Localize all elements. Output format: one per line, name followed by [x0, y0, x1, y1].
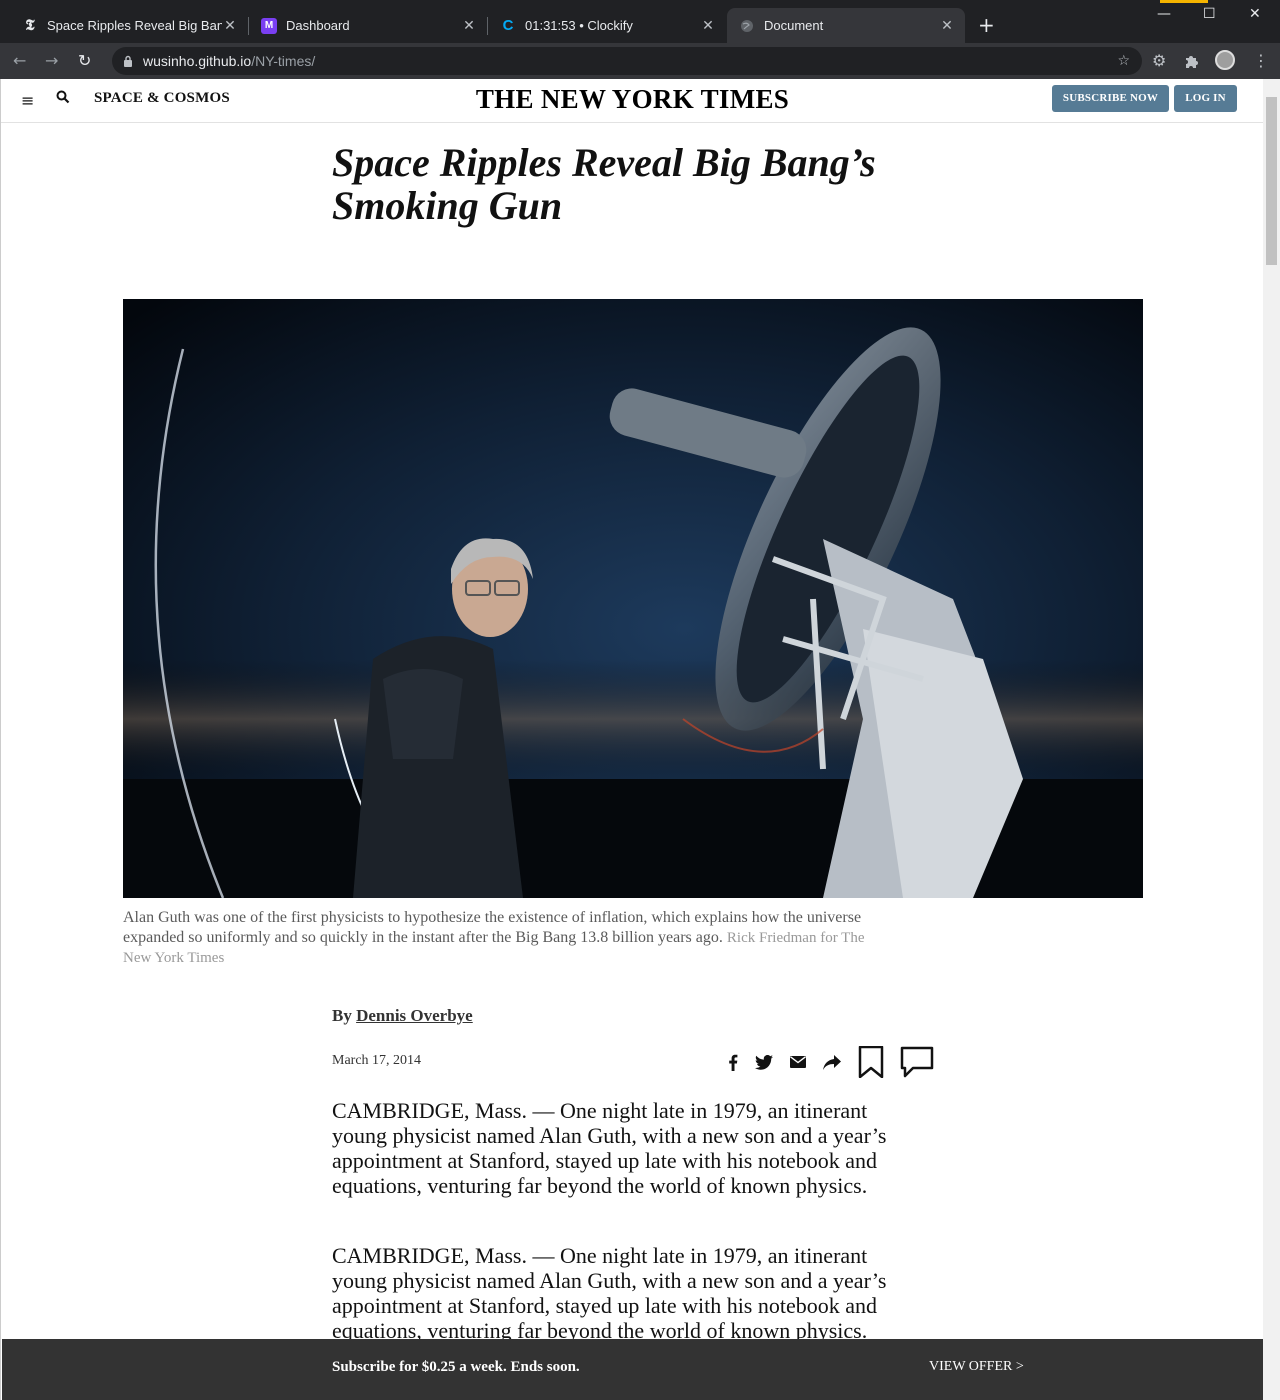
scrollbar-thumb[interactable] [1266, 97, 1277, 265]
tab-title: 01:31:53 • Clockify [525, 18, 633, 33]
reload-icon[interactable]: ↻ [78, 51, 91, 71]
vertical-scrollbar[interactable] [1263, 79, 1280, 1400]
new-tab-icon[interactable]: + [978, 15, 995, 35]
close-icon[interactable]: ✕ [939, 17, 955, 34]
tab-title: Dashboard [286, 18, 350, 33]
tab-clockify[interactable]: C 01:31:53 • Clockify ✕ [488, 8, 726, 43]
lock-icon [123, 47, 133, 77]
view-offer-link[interactable]: VIEW OFFER > [929, 1359, 1024, 1375]
forward-arrow-icon[interactable]: → [45, 51, 58, 71]
close-icon[interactable]: ✕ [461, 17, 477, 34]
login-button[interactable]: LOG IN [1174, 85, 1237, 112]
maximize-icon[interactable]: ☐ [1203, 6, 1216, 22]
minimize-icon[interactable]: — [1157, 6, 1171, 22]
bookmark-star-icon[interactable]: ☆ [1117, 47, 1130, 75]
url-host: wusinho.github.io [143, 53, 252, 69]
gear-icon[interactable]: ⚙ [1152, 51, 1166, 71]
subscribe-button[interactable]: SUBSCRIBE NOW [1052, 85, 1169, 112]
browser-toolbar: ← → ↻ wusinho.github.io/NY-times/ ☆ ⚙ ⋮ [0, 43, 1280, 79]
address-bar[interactable]: wusinho.github.io/NY-times/ ☆ [112, 47, 1142, 75]
twitter-icon[interactable] [753, 1045, 775, 1079]
hero-photo [123, 299, 1143, 898]
dashboard-logo-icon: M [261, 17, 277, 34]
window-accent-mark [1160, 0, 1208, 3]
back-arrow-icon[interactable]: ← [13, 51, 26, 71]
comment-icon[interactable] [898, 1045, 936, 1079]
puzzle-extensions-icon[interactable] [1184, 51, 1200, 74]
subscribe-banner: Subscribe for $0.25 a week. Ends soon. V… [2, 1339, 1263, 1400]
author-link[interactable]: Dennis Overbye [356, 1006, 473, 1025]
clockify-icon: C [502, 17, 514, 34]
facebook-icon[interactable] [724, 1045, 742, 1079]
profile-avatar[interactable] [1215, 50, 1235, 70]
globe-icon [739, 18, 755, 34]
photo-caption: Alan Guth was one of the first physicist… [123, 908, 893, 968]
share-arrow-icon[interactable] [821, 1045, 843, 1079]
bookmark-icon[interactable] [856, 1045, 886, 1079]
article-paragraph: CAMBRIDGE, Mass. — One night late in 197… [332, 1098, 887, 1198]
tab-article[interactable]: 𝕿 Space Ripples Reveal Big Bang's Smokin… [10, 8, 248, 43]
kebab-menu-icon[interactable]: ⋮ [1253, 51, 1269, 71]
page-viewport: ≡ SPACE & COSMOS THE NEW YORK TIMES SUBS… [0, 79, 1280, 1400]
close-icon[interactable]: ✕ [222, 17, 238, 34]
browser-tab-bar: 𝕿 Space Ripples Reveal Big Bang's Smokin… [0, 0, 1280, 43]
tab-document[interactable]: Document ✕ [727, 8, 965, 43]
headline-line-1: Space Ripples Reveal Big Bang’s [332, 140, 876, 185]
tab-dashboard[interactable]: M Dashboard ✕ [249, 8, 487, 43]
email-icon[interactable] [787, 1045, 809, 1079]
close-icon[interactable]: ✕ [700, 17, 716, 34]
subscribe-banner-message: Subscribe for $0.25 a week. Ends soon. [332, 1359, 580, 1375]
window-close-icon[interactable]: ✕ [1249, 6, 1261, 22]
byline-prefix: By [332, 1006, 352, 1025]
url-path: /NY-times/ [251, 53, 316, 69]
tab-title: Space Ripples Reveal Big Bang's Smoking … [47, 18, 222, 33]
article-headline: Space Ripples Reveal Big Bang’s Smoking … [332, 141, 892, 227]
site-header: ≡ SPACE & COSMOS THE NEW YORK TIMES SUBS… [1, 79, 1264, 123]
article-paragraph: CAMBRIDGE, Mass. — One night late in 197… [332, 1243, 887, 1343]
tab-title: Document [764, 18, 824, 33]
headline-line-2: Smoking Gun [332, 183, 563, 228]
byline: By Dennis Overbye [332, 1006, 473, 1026]
publish-date: March 17, 2014 [332, 1053, 422, 1068]
nyt-t-icon: 𝕿 [25, 17, 35, 34]
